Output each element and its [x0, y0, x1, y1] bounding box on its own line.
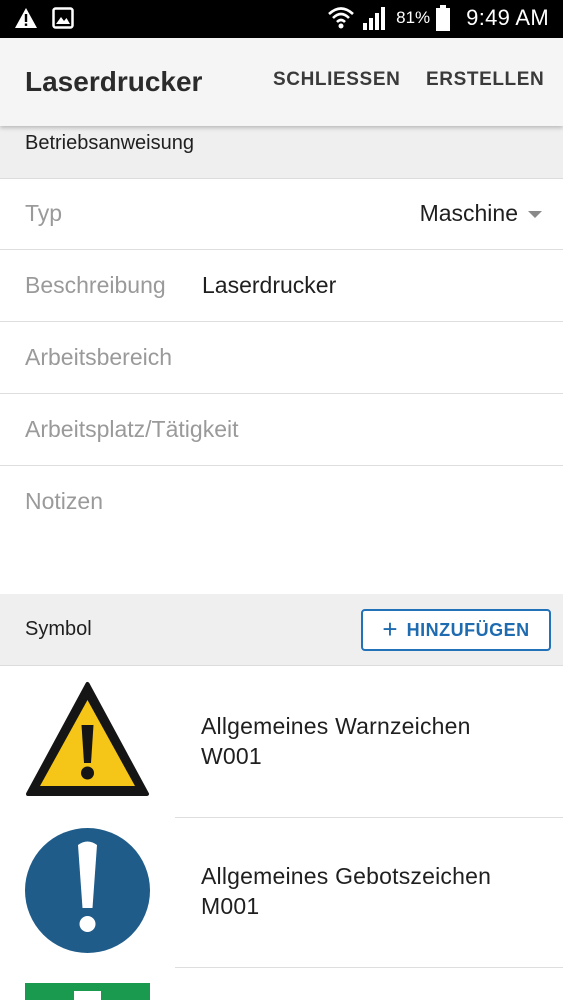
- close-button[interactable]: SCHLIESSEN: [273, 69, 400, 91]
- symbol-name: Allgemeines Warnzeichen: [201, 713, 471, 739]
- section-header-symbol: Symbol + HINZUFÜGEN: [0, 594, 563, 666]
- image-icon: [52, 7, 74, 29]
- symbol-code: M001: [201, 893, 260, 919]
- section-header-betriebsanweisung: Betriebsanweisung: [0, 126, 563, 179]
- typ-label: Typ: [25, 200, 63, 226]
- typ-dropdown[interactable]: Maschine: [420, 200, 542, 227]
- dropdown-arrow-icon: [528, 211, 542, 218]
- divider: [175, 967, 563, 968]
- wifi-icon: [328, 7, 355, 29]
- symbol-code: W001: [201, 743, 262, 769]
- warning-sign-icon: [26, 682, 149, 796]
- notizen-field[interactable]: Notizen: [0, 466, 563, 594]
- mandatory-sign-icon: [25, 828, 150, 953]
- page-title: Laserdrucker: [25, 66, 203, 97]
- add-symbol-button[interactable]: + HINZUFÜGEN: [361, 609, 551, 651]
- symbol-list-item[interactable]: Allgemeines Warnzeichen W001: [0, 666, 563, 818]
- beschreibung-row[interactable]: Beschreibung Laserdrucker: [0, 250, 563, 322]
- signal-icon: [363, 7, 386, 30]
- battery-percent: 81%: [396, 8, 431, 27]
- typ-row: Typ Maschine: [0, 178, 563, 250]
- add-symbol-label: HINZUFÜGEN: [406, 619, 530, 640]
- symbol-list-item[interactable]: Allgemeines Gebotszeichen M001: [0, 816, 563, 968]
- symbol-section-title: Symbol: [25, 618, 92, 640]
- arbeitsplatz-label: Arbeitsplatz/Tätigkeit: [25, 416, 239, 442]
- clock: 9:49 AM: [466, 5, 549, 30]
- plus-icon: +: [382, 614, 398, 644]
- sign-marking: [74, 991, 101, 1000]
- beschreibung-field[interactable]: Laserdrucker: [202, 272, 336, 299]
- status-bar: 81% 9:49 AM: [0, 0, 563, 38]
- notizen-label: Notizen: [25, 488, 103, 514]
- arbeitsbereich-field[interactable]: Arbeitsbereich: [0, 322, 563, 394]
- create-button[interactable]: ERSTELLEN: [426, 69, 544, 91]
- arbeitsplatz-field[interactable]: Arbeitsplatz/Tätigkeit: [0, 394, 563, 466]
- arbeitsbereich-label: Arbeitsbereich: [25, 344, 173, 370]
- typ-value: Maschine: [419, 200, 518, 226]
- battery-icon: [436, 5, 451, 31]
- beschreibung-label: Beschreibung: [25, 272, 166, 298]
- app-bar: Laserdrucker SCHLIESSEN ERSTELLEN: [0, 38, 563, 126]
- symbol-name: Allgemeines Gebotszeichen: [201, 863, 492, 889]
- section-title: Betriebsanweisung: [25, 132, 194, 154]
- warning-icon: [15, 8, 37, 28]
- emergency-sign-icon[interactable]: [25, 983, 150, 1000]
